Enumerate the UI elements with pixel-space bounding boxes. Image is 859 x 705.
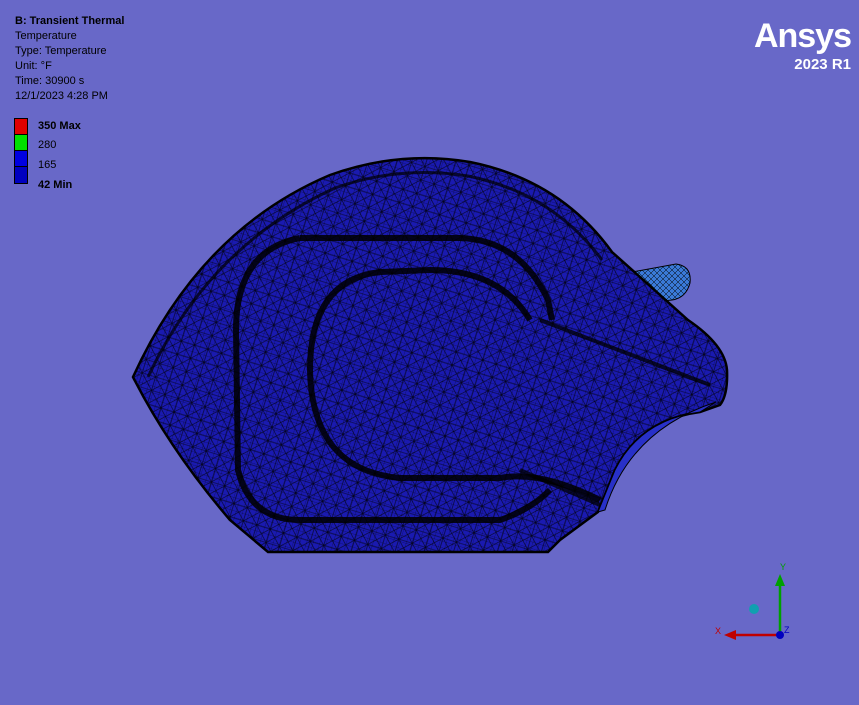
mesh-body-overlay [133, 158, 728, 553]
isometric-view-ball [749, 604, 759, 614]
z-axis-dot [776, 631, 784, 639]
x-axis-label: X [715, 626, 722, 636]
coordinate-triad[interactable]: Y X Z [700, 560, 810, 650]
y-axis-label: Y [780, 562, 787, 572]
triad-graphic [724, 574, 785, 640]
y-axis-arrow [775, 574, 785, 586]
z-axis-label: Z [784, 625, 790, 635]
x-axis-arrow [724, 630, 736, 640]
